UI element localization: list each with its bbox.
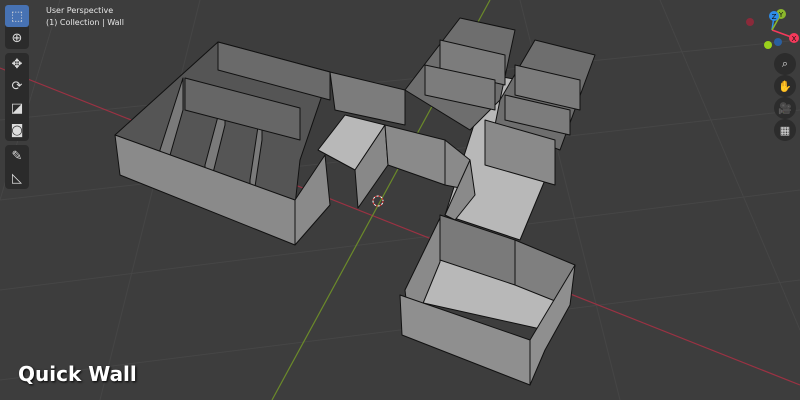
- hand-icon[interactable]: ✋: [774, 75, 796, 97]
- zoom-icon[interactable]: ⌕: [774, 53, 796, 75]
- tool-shelf: ⬚ ⊕ ✥ ⟳ ◪ ◙ ✎ ◺: [5, 5, 29, 193]
- annotate-icon[interactable]: ✎: [5, 145, 29, 167]
- camera-icon[interactable]: 🎥: [774, 97, 796, 119]
- caption-title: Quick Wall: [18, 362, 137, 386]
- gizmo-x-label: X: [792, 35, 797, 43]
- cursor-icon[interactable]: ⊕: [5, 27, 29, 49]
- 3d-viewport[interactable]: [0, 0, 800, 400]
- transform-icon[interactable]: ◙: [5, 119, 29, 141]
- grid-icon[interactable]: ▦: [774, 119, 796, 141]
- select-box-icon[interactable]: ⬚: [5, 5, 29, 27]
- gizmo-z-label: Z: [772, 13, 777, 21]
- measure-icon[interactable]: ◺: [5, 167, 29, 189]
- scale-icon[interactable]: ◪: [5, 97, 29, 119]
- collection-info: (1) Collection | Wall: [46, 18, 124, 27]
- rotate-icon[interactable]: ⟳: [5, 75, 29, 97]
- move-icon[interactable]: ✥: [5, 53, 29, 75]
- grid: [0, 0, 800, 400]
- view-name: User Perspective: [46, 6, 114, 15]
- wall-mesh[interactable]: [114, 17, 596, 386]
